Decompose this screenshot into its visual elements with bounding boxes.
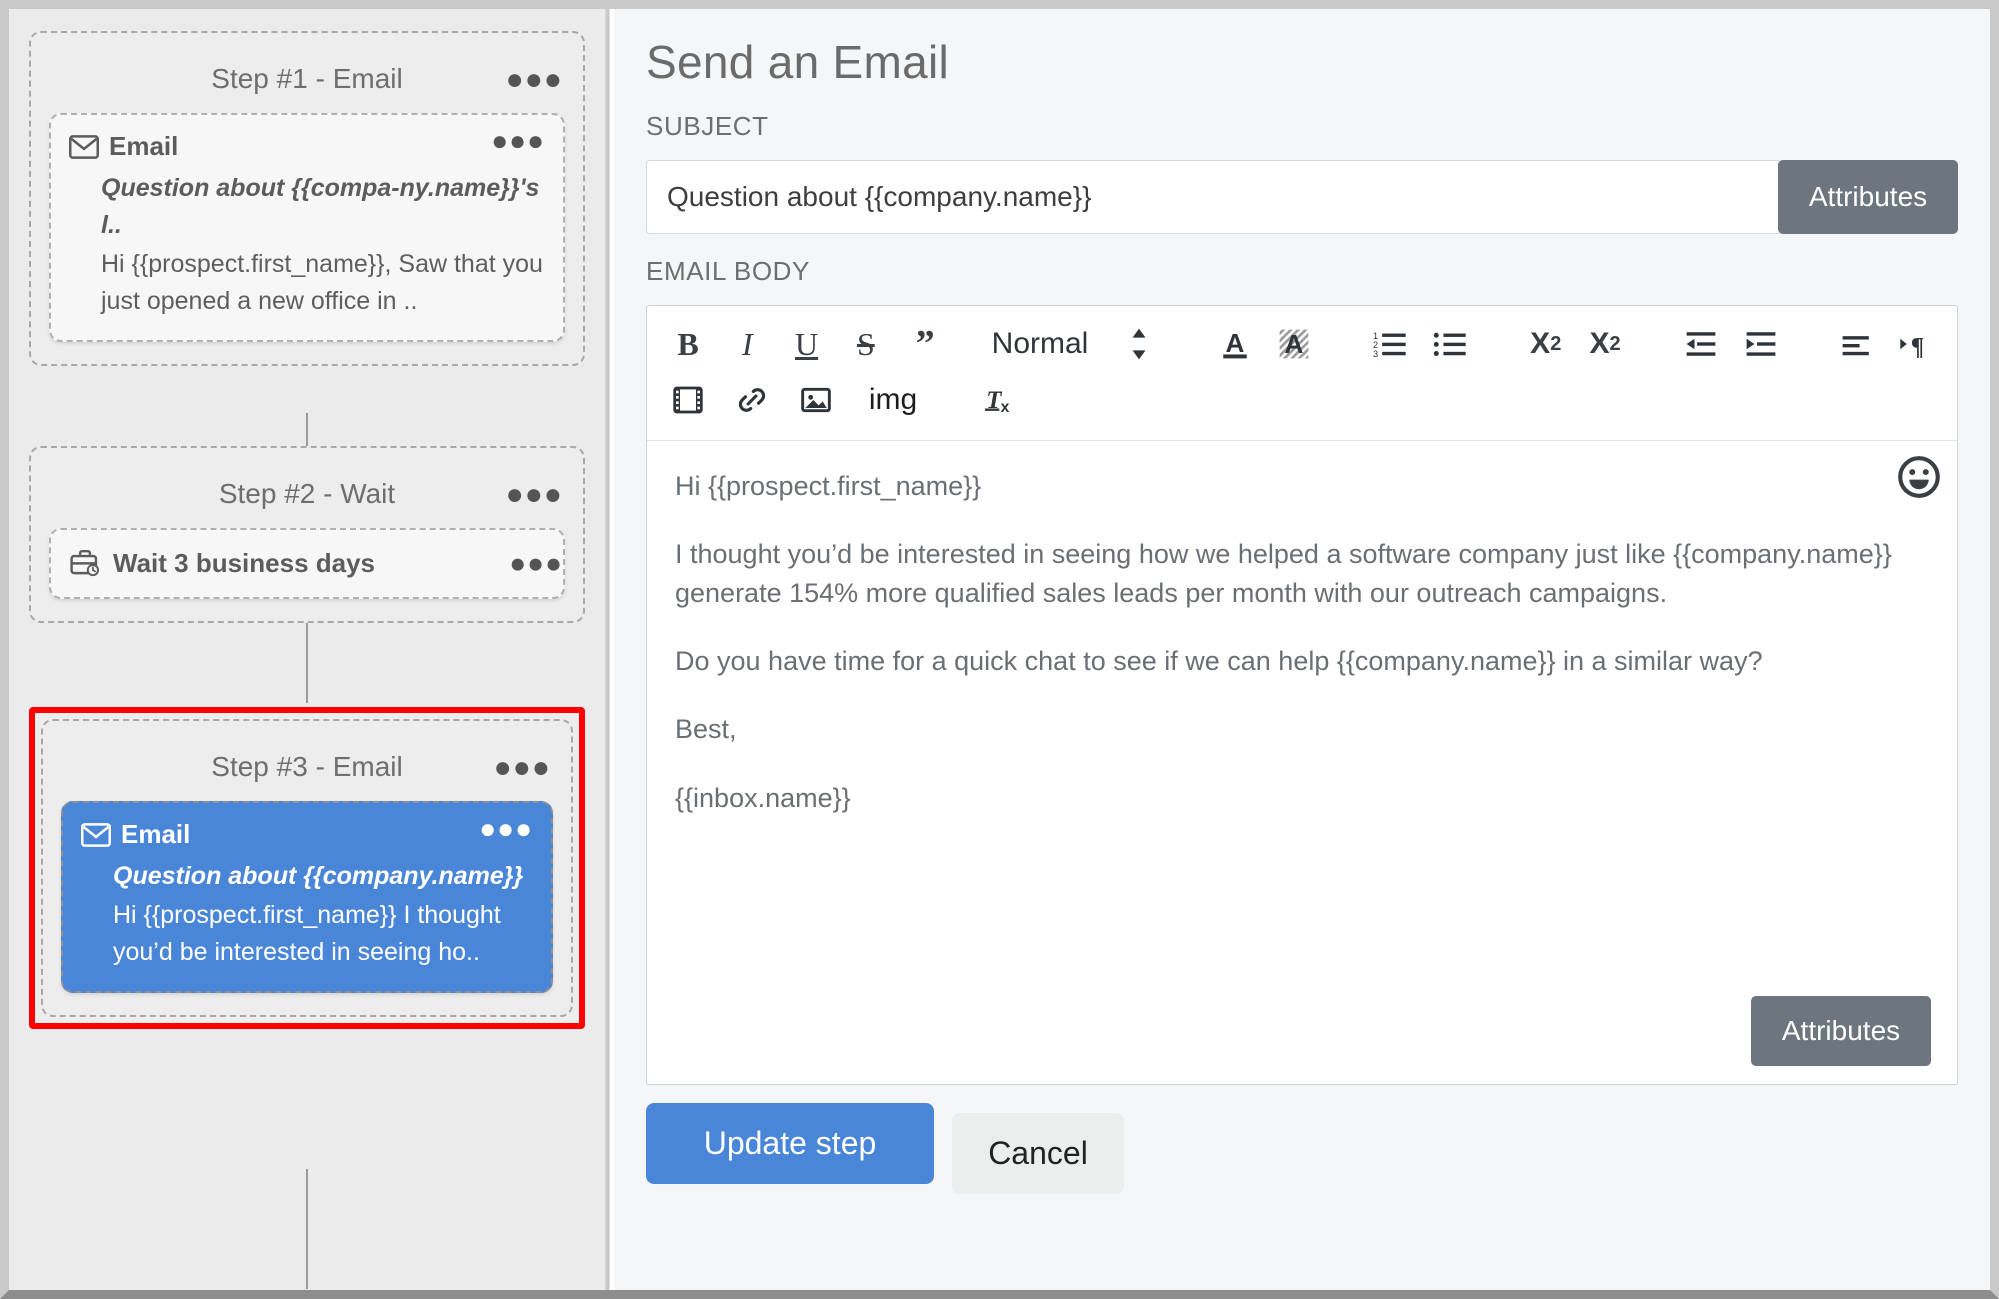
svg-text:A: A [1225,328,1244,358]
envelope-icon [81,823,111,847]
card-body-3: Question about {{company.name}} Hi {{pro… [81,858,533,971]
editor-footer: Update step Cancel [646,1103,1958,1194]
ordered-list-icon[interactable]: 1 2 3 [1367,321,1413,367]
step-title-3: Step #3 - Email [211,751,402,782]
envelope-icon [69,135,99,159]
image-icon[interactable] [793,377,839,423]
svg-text:¶: ¶ [1911,333,1924,359]
superscript-button[interactable]: X2 [1582,321,1628,367]
body-paragraph-4: Best, [675,710,1929,748]
body-paragraph-1: Hi {{prospect.first_name}} [675,467,1929,505]
card-menu-icon-2[interactable]: ●●● [509,555,563,572]
page-title: Send an Email [646,35,1958,89]
subject-input[interactable]: Question about {{company.name}} [646,160,1782,234]
step-title-1: Step #1 - Email [211,63,402,94]
subject-label: SUBJECT [646,111,1958,142]
card-menu-icon-3[interactable]: ●●● [479,821,533,838]
toolbar-row-1: B I U S ” Normal [665,316,1939,372]
card-label-3: Email [121,819,190,850]
briefcase-clock-icon [69,550,101,578]
body-paragraph-5: {{inbox.name}} [675,779,1929,817]
card-title-row-3: Email ●●● [81,819,533,850]
step-box-1[interactable]: Step #1 - Email ●●● Email ●●● [29,31,585,366]
panel-divider [605,9,614,1290]
step-box-2[interactable]: Step #2 - Wait ●●● Wait [29,446,585,623]
sequence-step-3: Step #3 - Email ●●● Email [29,707,585,1029]
indent-icon[interactable] [1738,321,1784,367]
subscript-index: 2 [1550,333,1561,356]
step-header-3: Step #3 - Email ●●● [61,737,553,801]
strikethrough-button[interactable]: S [843,321,889,367]
card-menu-icon-1[interactable]: ●●● [491,133,545,150]
step-header-1: Step #1 - Email ●●● [49,49,565,113]
svg-text:3: 3 [1373,349,1378,359]
card-subject-3: Question about {{company.name}} [113,858,533,895]
step-connector-3-end [306,1169,308,1289]
bold-button[interactable]: B [665,321,711,367]
email-action-card-1[interactable]: Email ●●● Question about {{compa-ny.name… [49,113,565,342]
format-select[interactable]: Normal [998,321,1081,367]
card-body-1: Question about {{compa-ny.name}}'s l.. H… [69,170,545,320]
step-title-2: Step #2 - Wait [219,478,395,509]
step-menu-icon-1[interactable]: ●●● [506,71,563,89]
underline-button[interactable]: U [784,321,830,367]
email-editor-panel: Send an Email SUBJECT Question about {{c… [614,9,1990,1290]
subject-attributes-button[interactable]: Attributes [1778,160,1958,234]
font-color-icon[interactable]: A [1212,321,1258,367]
clear-formatting-icon[interactable]: T x [975,377,1021,423]
wait-action-card-2[interactable]: Wait 3 business days ●●● [49,528,565,599]
rich-text-editor: B I U S ” Normal [646,305,1958,1085]
sequence-step-2: Step #2 - Wait ●●● Wait [29,446,585,623]
updown-caret-icon[interactable] [1116,321,1162,367]
smiley-icon[interactable] [1897,455,1941,504]
subject-row: Question about {{company.name}} Attribut… [646,160,1958,234]
text-direction-icon[interactable]: ¶ [1893,321,1939,367]
superscript-index: 2 [1609,333,1620,356]
card-label-1: Email [109,131,178,162]
blockquote-icon[interactable]: ” [902,321,948,367]
highlight-color-icon[interactable]: A [1271,321,1317,367]
italic-button[interactable]: I [724,321,770,367]
step-menu-icon-2[interactable]: ●●● [506,486,563,504]
sequence-step-1: Step #1 - Email ●●● Email ●●● [29,31,585,366]
outdent-icon[interactable] [1678,321,1724,367]
video-icon[interactable] [665,377,711,423]
body-paragraph-3: Do you have time for a quick chat to see… [675,642,1929,680]
subscript-button[interactable]: X2 [1523,321,1569,367]
email-body-label: EMAIL BODY [646,256,1958,287]
step-menu-icon-3[interactable]: ●●● [494,759,551,777]
sequence-panel: Step #1 - Email ●●● Email ●●● [9,9,605,1290]
card-title-row-1: Email ●●● [69,131,545,162]
wait-label-2: Wait 3 business days [113,548,375,579]
card-subject-1: Question about {{compa-ny.name}}'s l.. [101,170,545,244]
step-box-3[interactable]: Step #3 - Email ●●● Email [41,719,573,1017]
bullet-list-icon[interactable] [1427,321,1473,367]
email-body-editor[interactable]: Hi {{prospect.first_name}} I thought you… [647,441,1957,1084]
editor-toolbar: B I U S ” Normal [647,306,1957,441]
app-window: Step #1 - Email ●●● Email ●●● [0,0,1999,1299]
insert-img-button[interactable]: img [857,377,929,423]
step-connector-2-3 [306,619,308,703]
card-preview-3: Hi {{prospect.first_name}} I thought you… [113,897,533,971]
svg-text:x: x [1001,399,1010,416]
update-step-button[interactable]: Update step [646,1103,934,1184]
toolbar-row-2: img T x [665,372,1939,428]
highlight-annotation-box: Step #3 - Email ●●● Email [29,707,585,1029]
superscript-base: X [1589,327,1609,361]
align-left-icon[interactable] [1834,321,1880,367]
email-action-card-3[interactable]: Email ●●● Question about {{company.name}… [61,801,553,993]
svg-text:A: A [1285,329,1304,359]
subscript-base: X [1530,327,1550,361]
link-icon[interactable] [729,377,775,423]
body-paragraph-2: I thought you’d be interested in seeing … [675,535,1929,612]
cancel-button[interactable]: Cancel [952,1113,1124,1194]
card-preview-1: Hi {{prospect.first_name}}, Saw that you… [101,246,545,320]
step-header-2: Step #2 - Wait ●●● [49,464,565,528]
body-attributes-button[interactable]: Attributes [1751,996,1931,1066]
